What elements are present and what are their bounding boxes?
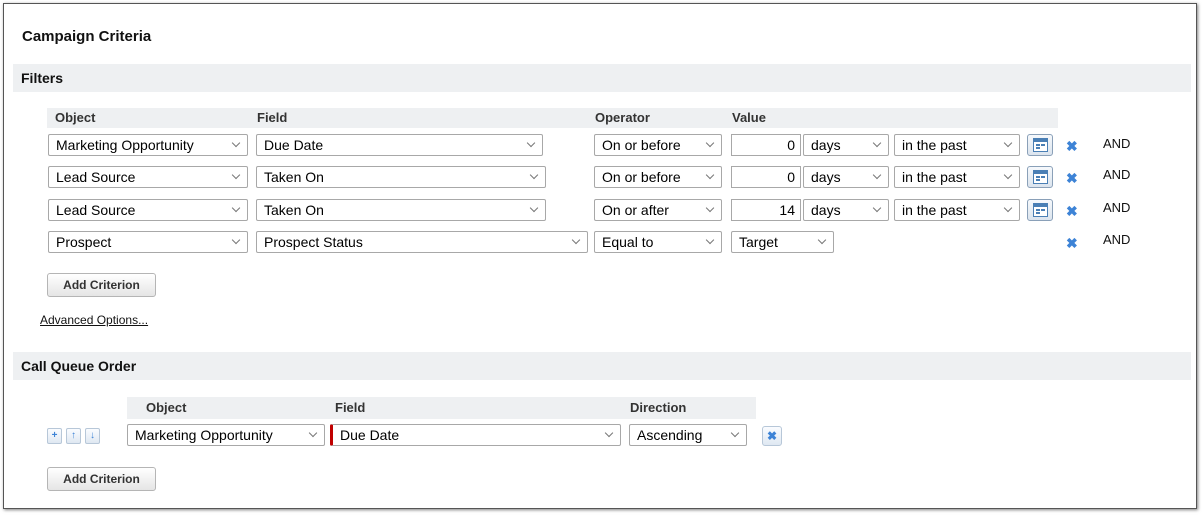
arrow-down-icon[interactable]: ↓ — [85, 428, 100, 444]
header-object: Object — [146, 400, 187, 415]
close-icon[interactable]: ✖ — [1066, 236, 1078, 250]
object-select[interactable]: Lead Source — [48, 166, 248, 188]
filters-section-header: Filters — [13, 64, 1191, 92]
field-select[interactable]: Taken On — [256, 199, 546, 221]
logic-label: AND — [1103, 167, 1131, 182]
amount-input[interactable]: 0 — [731, 134, 801, 156]
calendar-lookup-icon[interactable] — [1027, 166, 1053, 188]
unit-select[interactable]: days — [803, 134, 889, 156]
logic-label: AND — [1103, 232, 1131, 247]
field-select[interactable]: Prospect Status — [256, 231, 588, 253]
field-select[interactable]: Taken On — [256, 166, 546, 188]
operator-select[interactable]: On or after — [594, 199, 722, 221]
logic-label: AND — [1103, 200, 1131, 215]
operator-select[interactable]: Equal to — [594, 231, 722, 253]
object-select[interactable]: Marketing Opportunity — [48, 134, 248, 156]
advanced-options-link[interactable]: Advanced Options... — [40, 313, 148, 327]
add-criterion-button[interactable]: Add Criterion — [47, 467, 156, 491]
call-queue-section-label: Call Queue Order — [21, 358, 137, 374]
operator-select[interactable]: On or before — [594, 134, 722, 156]
value-select[interactable]: Target — [731, 231, 834, 253]
page-title: Campaign Criteria — [22, 28, 152, 45]
field-select[interactable]: Due Date — [330, 424, 621, 446]
logic-label: AND — [1103, 136, 1131, 151]
add-criterion-button[interactable]: Add Criterion — [47, 273, 156, 297]
timeframe-select[interactable]: in the past — [894, 199, 1020, 221]
unit-select[interactable]: days — [803, 199, 889, 221]
header-value: Value — [732, 110, 766, 125]
close-icon[interactable]: ✖ — [762, 426, 782, 446]
unit-select[interactable]: days — [803, 166, 889, 188]
filters-column-header-row: Object Field Operator Value — [47, 108, 1058, 128]
amount-input[interactable]: 0 — [731, 166, 801, 188]
close-icon[interactable]: ✖ — [1066, 139, 1078, 153]
operator-select[interactable]: On or before — [594, 166, 722, 188]
object-select[interactable]: Marketing Opportunity — [127, 424, 325, 446]
header-field: Field — [257, 110, 288, 125]
close-icon[interactable]: ✖ — [1066, 204, 1078, 218]
amount-input[interactable]: 14 — [731, 199, 801, 221]
direction-select[interactable]: Ascending — [629, 424, 747, 446]
header-field: Field — [335, 400, 366, 415]
object-select[interactable]: Prospect — [48, 231, 248, 253]
calendar-lookup-icon[interactable] — [1027, 199, 1053, 221]
calendar-lookup-icon[interactable] — [1027, 134, 1053, 156]
header-operator: Operator — [595, 110, 650, 125]
plus-icon[interactable]: + — [47, 428, 62, 444]
timeframe-select[interactable]: in the past — [894, 166, 1020, 188]
timeframe-select[interactable]: in the past — [894, 134, 1020, 156]
call-queue-column-header-row: Object Field Direction — [127, 397, 756, 419]
close-icon[interactable]: ✖ — [1066, 171, 1078, 185]
call-queue-section-header: Call Queue Order — [13, 352, 1191, 380]
header-object: Object — [55, 110, 96, 125]
object-select[interactable]: Lead Source — [48, 199, 248, 221]
filters-section-label: Filters — [21, 70, 64, 86]
header-direction: Direction — [630, 400, 687, 415]
field-select[interactable]: Due Date — [256, 134, 543, 156]
arrow-up-icon[interactable]: ↑ — [66, 428, 81, 444]
